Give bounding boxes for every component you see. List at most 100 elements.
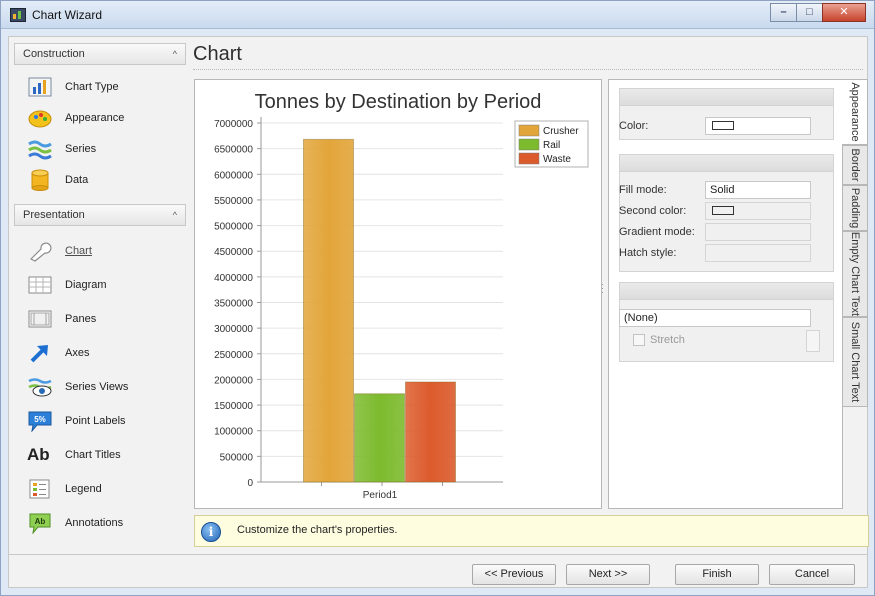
second-color-picker[interactable] — [705, 202, 811, 220]
presentation-group-header[interactable]: Presentation ^ — [14, 204, 186, 226]
heading-divider — [193, 69, 863, 70]
y-tick-label: 1500000 — [214, 401, 253, 412]
previous-button[interactable]: << Previous — [472, 564, 556, 585]
y-tick-label: 4500000 — [214, 247, 253, 258]
legend-icon — [27, 478, 53, 500]
chart-preview-panel[interactable]: Tonnes by Destination by Period 0 500000 10… — [194, 79, 602, 509]
construction-group-header[interactable]: Construction ^ — [14, 43, 186, 65]
gradient-mode-label: Gradient mode: — [619, 226, 695, 238]
finish-button[interactable]: Finish — [675, 564, 759, 585]
series-icon — [27, 138, 53, 160]
annotations-glyph: Ab — [35, 517, 46, 526]
chart-titles-icon: Ab — [27, 445, 50, 464]
nav-label: Legend — [65, 483, 102, 495]
tab-label: Small Chart Text — [849, 321, 861, 403]
y-tick-label: 500000 — [220, 452, 254, 463]
chart-wizard-window: Chart Wizard – □ ✕ Construction ^ Chart … — [0, 0, 875, 596]
gradient-mode-select[interactable] — [705, 223, 811, 241]
fill-mode-select[interactable]: Solid — [705, 181, 811, 199]
color-picker[interactable] — [705, 117, 811, 135]
nav-item-series-views[interactable]: Series Views — [27, 374, 177, 400]
y-tick-label: 1000000 — [214, 427, 253, 438]
nav-item-point-labels[interactable]: 5% Point Labels — [27, 408, 177, 434]
cancel-button[interactable]: Cancel — [769, 564, 855, 585]
color-swatch — [712, 121, 734, 130]
legend-swatch — [518, 152, 540, 165]
chevron-up-icon: ^ — [172, 49, 177, 59]
nav-item-chart-type[interactable]: Chart Type — [27, 74, 177, 100]
minimize-button[interactable]: – — [770, 3, 797, 22]
y-tick-label: 6000000 — [214, 170, 253, 181]
axes-icon — [27, 342, 53, 364]
nav-item-series[interactable]: Series — [27, 136, 177, 162]
hatch-style-label: Hatch style: — [619, 247, 677, 259]
nav-item-panes[interactable]: Panes — [27, 306, 177, 332]
chart-preview: Tonnes by Destination by Period 0 500000 10… — [214, 91, 589, 501]
y-tick-label: 5000000 — [214, 222, 253, 233]
bar-rail — [354, 393, 405, 483]
tab-padding[interactable]: Padding — [843, 185, 868, 231]
next-button[interactable]: Next >> — [566, 564, 650, 585]
tab-border[interactable]: Border — [843, 145, 868, 185]
nav-label: Panes — [65, 313, 97, 325]
nav-label: Chart Type — [65, 81, 119, 93]
color-label: Color: — [619, 120, 649, 132]
hatch-style-select[interactable] — [705, 244, 811, 262]
chart-wrench-icon — [27, 240, 53, 262]
info-icon: i — [201, 522, 221, 542]
appearance-icon — [27, 107, 53, 129]
x-tick-label: Period1 — [363, 490, 398, 501]
y-tick-label: 2500000 — [214, 350, 253, 361]
y-tick-label: 3500000 — [214, 299, 253, 310]
stretch-checkbox[interactable]: Stretch — [633, 334, 685, 346]
nav-item-axes[interactable]: Axes — [27, 340, 177, 366]
y-tick-label: 5500000 — [214, 196, 253, 207]
chevron-up-icon: ^ — [172, 210, 177, 220]
nav-label: Series Views — [65, 381, 129, 393]
chart-type-icon — [27, 76, 53, 98]
stretch-label: Stretch — [650, 334, 685, 346]
maximize-button[interactable]: □ — [796, 3, 823, 22]
nav-item-chart[interactable]: Chart — [27, 238, 177, 264]
stretch-checkbox-box[interactable] — [633, 334, 645, 346]
image-browse-button[interactable] — [806, 330, 820, 352]
wizard-client-area: Construction ^ Chart Type Appearance Ser… — [8, 36, 869, 588]
nav-item-annotations[interactable]: Ab Annotations — [27, 510, 177, 536]
image-select[interactable]: (None) — [619, 309, 811, 327]
nav-item-data[interactable]: Data — [27, 167, 177, 193]
y-tick-label: 3000000 — [214, 324, 253, 335]
app-icon — [10, 8, 26, 22]
tab-empty-chart-text[interactable]: Empty Chart Text — [843, 231, 868, 317]
legend-swatch — [518, 138, 540, 151]
tab-label: Empty Chart Text — [849, 231, 861, 317]
legend-swatch — [518, 124, 540, 137]
construction-header-label: Construction — [23, 48, 85, 60]
bar-waste — [405, 381, 456, 483]
nav-item-legend[interactable]: Legend — [27, 476, 177, 502]
nav-item-diagram[interactable]: Diagram — [27, 272, 177, 298]
point-labels-badge: 5% — [34, 415, 46, 424]
bar-crusher — [303, 138, 354, 483]
tab-appearance[interactable]: Appearance — [842, 79, 868, 145]
diagram-icon — [27, 274, 53, 296]
y-tick-label: 6500000 — [214, 145, 253, 156]
window-title: Chart Wizard — [32, 8, 103, 22]
nav-item-chart-titles[interactable]: Ab Chart Titles — [27, 442, 177, 468]
nav-label: Point Labels — [65, 415, 126, 427]
tab-small-chart-text[interactable]: Small Chart Text — [843, 317, 868, 407]
nav-label: Annotations — [65, 517, 124, 529]
color-row: Color: — [619, 117, 811, 135]
gradient-mode-row: Gradient mode: — [619, 223, 811, 241]
nav-item-appearance[interactable]: Appearance — [27, 105, 177, 131]
y-tick-label: 0 — [247, 478, 253, 489]
close-button[interactable]: ✕ — [822, 3, 866, 22]
point-labels-icon: 5% — [27, 410, 53, 433]
data-icon — [27, 169, 53, 191]
nav-label: Chart — [65, 245, 92, 257]
hint-bar: i Customize the chart's properties. — [194, 515, 869, 547]
y-tick-label: 7000000 — [214, 119, 253, 130]
fill-mode-row: Fill mode: Solid — [619, 181, 811, 199]
second-color-row: Second color: — [619, 202, 811, 220]
splitter-grip[interactable]: · · · — [601, 280, 604, 297]
window-controls: – □ ✕ — [770, 3, 866, 22]
